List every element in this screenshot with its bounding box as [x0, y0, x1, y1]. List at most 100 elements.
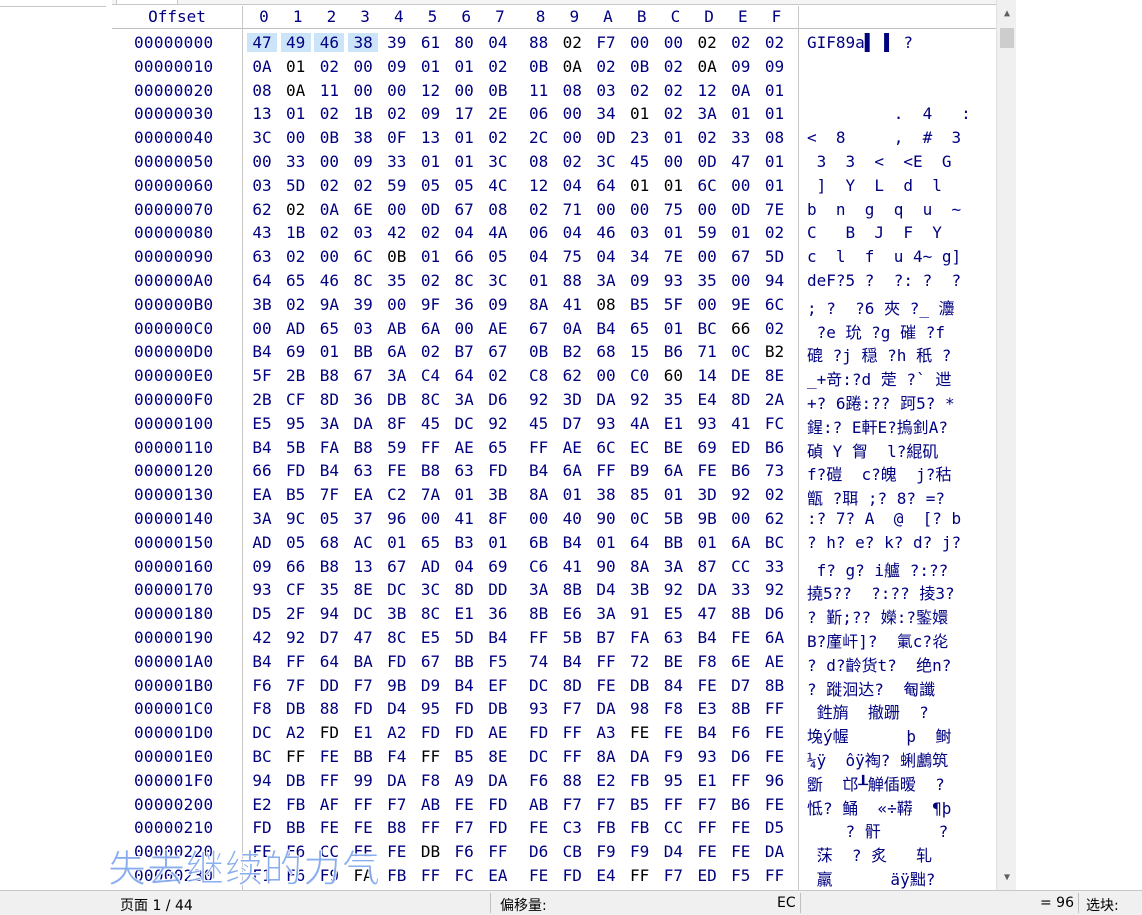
byte-cell[interactable]: 3A	[524, 580, 554, 599]
byte-cell[interactable]: 92	[658, 580, 688, 599]
byte-cell[interactable]: FB	[625, 818, 655, 837]
hex-row[interactable]: 00000180 D5 2F 94 DC 3B 8C E1 36 8B E6 3A 91 E5 47 8B D6…	[112, 602, 996, 628]
byte-cell[interactable]: 96	[382, 509, 412, 528]
byte-cell[interactable]: 3D	[692, 485, 722, 504]
byte-cell[interactable]: 00	[247, 319, 277, 338]
byte-cell[interactable]: 92	[726, 485, 756, 504]
byte-cell[interactable]: B4	[557, 652, 587, 671]
byte-cell[interactable]: 8A	[591, 747, 621, 766]
byte-cell[interactable]: 8C	[382, 628, 412, 647]
byte-cell[interactable]: 38	[591, 485, 621, 504]
byte-cell[interactable]: 95	[416, 699, 446, 718]
row-text-preview[interactable]: ? 斳;?? 嬫:?鍳嬛	[807, 604, 992, 628]
byte-cell[interactable]: F4	[382, 747, 412, 766]
byte-cell[interactable]: 13	[416, 128, 446, 147]
byte-cell[interactable]: 34	[625, 247, 655, 266]
row-text-preview[interactable]: B?廑屽]? 氭c?炛	[807, 628, 992, 652]
byte-cell[interactable]: 67	[449, 200, 479, 219]
byte-cell[interactable]: 3B	[483, 485, 513, 504]
byte-cell[interactable]: 63	[348, 461, 378, 480]
byte-cell[interactable]: 02	[281, 295, 311, 314]
byte-cell[interactable]: BB	[348, 747, 378, 766]
byte-cell[interactable]: FF	[416, 866, 446, 885]
byte-cell[interactable]: 0D	[726, 200, 756, 219]
byte-cell[interactable]: 09	[348, 152, 378, 171]
byte-cell[interactable]: FE	[382, 461, 412, 480]
byte-cell[interactable]: 0C	[625, 509, 655, 528]
byte-cell[interactable]: 3D	[557, 390, 587, 409]
hex-row[interactable]: 00000020 08 0A 11 00 00 12 00 0B 11 08 03 02 02 12 0A 01	[112, 79, 996, 102]
byte-cell[interactable]: 01	[726, 223, 756, 242]
byte-cell[interactable]: 01	[483, 533, 513, 552]
byte-cell[interactable]: 87	[692, 557, 722, 576]
byte-cell[interactable]: 05	[416, 176, 446, 195]
byte-cell[interactable]: 8A	[524, 485, 554, 504]
byte-cell[interactable]: 63	[449, 461, 479, 480]
byte-cell[interactable]: 3B	[247, 295, 277, 314]
byte-cell[interactable]: FF	[557, 747, 587, 766]
byte-cell[interactable]: 0F	[382, 128, 412, 147]
byte-cell[interactable]: 01	[449, 128, 479, 147]
byte-cell[interactable]: AD	[416, 557, 446, 576]
byte-cell[interactable]: 46	[314, 271, 344, 290]
byte-cell[interactable]: FC	[760, 414, 790, 433]
byte-cell[interactable]: 65	[281, 271, 311, 290]
row-text-preview[interactable]: 堍ý幄 þ 鲥	[807, 723, 992, 747]
byte-cell[interactable]: 35	[658, 390, 688, 409]
byte-cell[interactable]: 33	[382, 152, 412, 171]
byte-cell[interactable]: 93	[692, 747, 722, 766]
byte-cell[interactable]: E1	[658, 414, 688, 433]
byte-cell[interactable]: F9	[625, 842, 655, 861]
byte-cell[interactable]: 09	[625, 271, 655, 290]
byte-cell[interactable]: 93	[591, 414, 621, 433]
byte-cell[interactable]: 02	[760, 485, 790, 504]
byte-cell[interactable]: FD	[382, 652, 412, 671]
byte-cell[interactable]: 33	[726, 580, 756, 599]
byte-cell[interactable]: 00	[658, 152, 688, 171]
byte-cell[interactable]: 3A	[247, 509, 277, 528]
byte-cell[interactable]: 02	[692, 33, 722, 52]
byte-cell[interactable]: 02	[382, 104, 412, 123]
byte-cell[interactable]: 06	[524, 223, 554, 242]
byte-cell[interactable]: 5B	[658, 509, 688, 528]
byte-cell[interactable]: 02	[281, 200, 311, 219]
byte-cell[interactable]: 12	[524, 176, 554, 195]
byte-cell[interactable]: 92	[281, 628, 311, 647]
byte-cell[interactable]: 02	[760, 33, 790, 52]
byte-cell[interactable]: FE	[726, 842, 756, 861]
byte-cell[interactable]: 00	[658, 33, 688, 52]
byte-cell[interactable]: 00	[524, 509, 554, 528]
byte-cell[interactable]: BC	[247, 747, 277, 766]
scroll-up-icon[interactable]: ▲	[997, 8, 1017, 19]
byte-cell[interactable]: 38	[348, 33, 379, 52]
byte-cell[interactable]: 36	[348, 390, 378, 409]
row-text-preview[interactable]: ; ? ?6 夾 ?_ 灋	[807, 295, 992, 319]
byte-cell[interactable]: EF	[483, 676, 513, 695]
byte-cell[interactable]: 93	[692, 414, 722, 433]
byte-cell[interactable]: F7	[591, 33, 621, 52]
byte-cell[interactable]: 01	[625, 104, 655, 123]
byte-cell[interactable]: AE	[449, 438, 479, 457]
row-text-preview[interactable]: ? 蹝洄达? 匎讖	[807, 676, 992, 700]
row-text-preview[interactable]: _+竒:?d 萣 ?` 迣	[807, 366, 992, 390]
byte-cell[interactable]: 36	[449, 295, 479, 314]
byte-cell[interactable]: DC	[524, 676, 554, 695]
byte-cell[interactable]: DA	[382, 771, 412, 790]
byte-cell[interactable]: 62	[557, 366, 587, 385]
byte-cell[interactable]: 74	[524, 652, 554, 671]
byte-cell[interactable]: 8B	[760, 676, 790, 695]
byte-cell[interactable]: 00	[692, 200, 722, 219]
byte-cell[interactable]: DA	[348, 414, 378, 433]
byte-cell[interactable]: 08	[557, 81, 587, 100]
hex-row[interactable]: 000001B0 F6 7F DD F7 9B D9 B4 EF DC 8D FE DB 84 FE D7 8B…	[112, 674, 996, 700]
byte-cell[interactable]: F7	[557, 699, 587, 718]
byte-cell[interactable]: 00	[382, 81, 412, 100]
byte-cell[interactable]: FF	[524, 628, 554, 647]
byte-cell[interactable]: FB	[591, 818, 621, 837]
byte-cell[interactable]: 71	[557, 200, 587, 219]
byte-cell[interactable]: 0A	[557, 57, 587, 76]
byte-cell[interactable]: C4	[416, 366, 446, 385]
byte-cell[interactable]: 88	[557, 771, 587, 790]
byte-cell[interactable]: C0	[625, 366, 655, 385]
byte-cell[interactable]: E5	[416, 628, 446, 647]
